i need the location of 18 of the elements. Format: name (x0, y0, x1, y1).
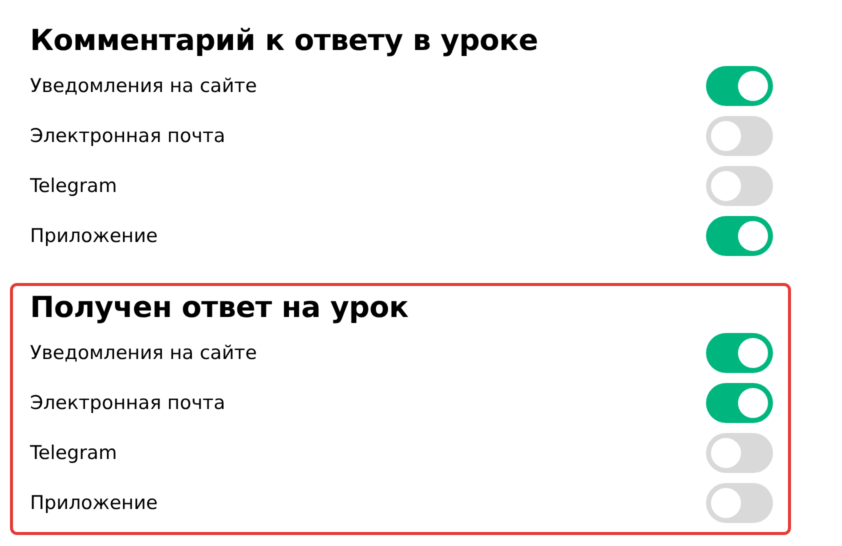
toggle-switch[interactable] (706, 333, 773, 373)
section-title: Получен ответ на урок (30, 289, 410, 326)
section-title: Комментарий к ответу в уроке (30, 22, 539, 59)
setting-label: Электронная почта (30, 392, 226, 414)
toggle-switch[interactable] (706, 216, 773, 256)
setting-label: Приложение (30, 492, 158, 514)
toggle-switch[interactable] (706, 483, 773, 523)
toggle-switch[interactable] (706, 166, 773, 206)
setting-label: Уведомления на сайте (30, 75, 257, 97)
setting-label: Уведомления на сайте (30, 342, 257, 364)
toggle-switch[interactable] (706, 116, 773, 156)
setting-label: Telegram (30, 175, 118, 197)
toggle-switch[interactable] (706, 66, 773, 106)
setting-label: Telegram (30, 442, 118, 464)
toggle-switch[interactable] (706, 383, 773, 423)
toggle-switch[interactable] (706, 433, 773, 473)
setting-label: Электронная почта (30, 125, 226, 147)
setting-label: Приложение (30, 225, 158, 247)
